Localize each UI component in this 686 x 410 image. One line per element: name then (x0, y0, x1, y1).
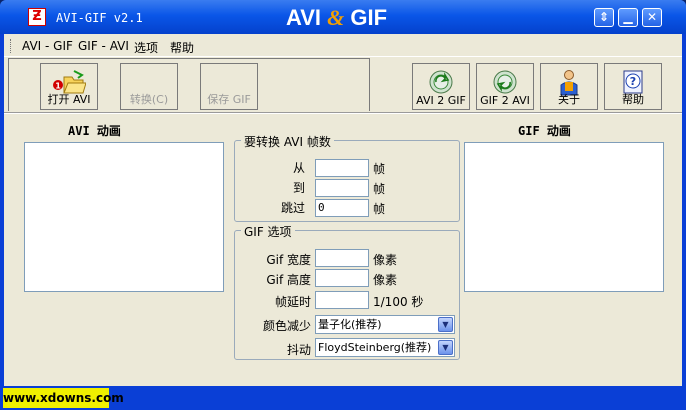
about-button[interactable]: 关于 (540, 63, 598, 110)
dither-select[interactable]: FloydSteinberg(推荐) ▼ (315, 338, 455, 357)
minimize-icon: ▁ (623, 10, 633, 24)
menu-grip[interactable] (10, 39, 13, 53)
help-label: 帮助 (622, 93, 644, 106)
height-unit: 像素 (373, 273, 398, 287)
skip-frame-input[interactable]: 0 (315, 199, 369, 217)
to-frame-input[interactable] (315, 179, 369, 197)
dither-value: FloydSteinberg(推荐) (318, 341, 432, 354)
chevron-down-icon[interactable]: ▼ (438, 317, 453, 332)
gif-options-legend: GIF 选项 (241, 223, 295, 240)
menu-help[interactable]: 帮助 (170, 39, 194, 56)
to-label: 到 (292, 181, 305, 195)
color-reduction-select[interactable]: 量子化(推荐) ▼ (315, 315, 455, 334)
to-unit: 帧 (373, 182, 386, 196)
banner-title: AVI & GIF (286, 5, 387, 31)
avi-preview-panel[interactable] (24, 142, 224, 292)
watermark: www.xdowns.com (3, 388, 124, 408)
gif-animation-heading: GIF 动画 (518, 124, 571, 138)
menu-options[interactable]: 选项 (134, 39, 158, 56)
toolbar-separator (4, 112, 682, 114)
skip-label: 跳过 (280, 201, 305, 215)
banner-amp: & (327, 5, 345, 30)
chevron-down-icon[interactable]: ▼ (438, 340, 453, 355)
minimize-button[interactable]: ▁ (618, 8, 638, 27)
color-reduction-value: 量子化(推荐) (318, 318, 382, 331)
app-icon[interactable]: Ƶ (28, 8, 46, 26)
client-area: AVI - GIF GIF - AVI 选项 帮助 1 打开 AVI 转换(C)… (4, 34, 682, 386)
app-window: Ƶ AVI-GIF v2.1 AVI & GIF ⇕ ▁ ✕ AVI - GIF… (0, 0, 686, 410)
avi2gif-icon (429, 70, 453, 94)
banner-left: AVI (286, 5, 322, 30)
from-label: 从 (292, 161, 305, 175)
gif-preview-panel[interactable] (464, 142, 664, 292)
title-bar[interactable]: Ƶ AVI-GIF v2.1 AVI & GIF ⇕ ▁ ✕ (0, 0, 686, 34)
banner-right: GIF (350, 5, 388, 30)
gif-width-label: Gif 宽度 (266, 253, 311, 267)
gif2avi-button[interactable]: GIF 2 AVI (476, 63, 534, 110)
skip-unit: 帧 (373, 202, 386, 216)
restore-button[interactable]: ⇕ (594, 8, 614, 27)
gif2avi-label: GIF 2 AVI (480, 94, 530, 107)
svg-text:?: ? (630, 75, 636, 88)
gif2avi-icon (493, 70, 517, 94)
avi-animation-heading: AVI 动画 (68, 124, 121, 138)
frames-legend: 要转换 AVI 帧数 (241, 133, 334, 150)
delay-unit: 1/100 秒 (373, 295, 424, 309)
gif-height-input[interactable] (315, 269, 369, 287)
save-gif-button[interactable]: 保存 GIF (200, 63, 258, 110)
color-reduction-label: 颜色减少 (262, 319, 311, 333)
gif-options-group: GIF 选项 Gif 宽度 像素 Gif 高度 像素 帧延时 1/100 秒 颜… (234, 223, 460, 360)
menu-bar: AVI - GIF GIF - AVI 选项 帮助 (4, 34, 682, 57)
help-button[interactable]: ? 帮助 (604, 63, 662, 110)
from-unit: 帧 (373, 162, 386, 176)
about-label: 关于 (558, 93, 580, 106)
avi2gif-label: AVI 2 GIF (416, 94, 466, 107)
convert-label: 转换(C) (129, 93, 169, 106)
open-avi-button[interactable]: 1 打开 AVI (40, 63, 98, 110)
convert-button[interactable]: 转换(C) (120, 63, 178, 110)
gif-height-label: Gif 高度 (266, 273, 311, 287)
frame-delay-input[interactable] (315, 291, 369, 309)
close-button[interactable]: ✕ (642, 8, 662, 27)
window-title: AVI-GIF v2.1 (56, 11, 143, 25)
menu-avi-gif[interactable]: AVI - GIF (22, 39, 73, 53)
frame-delay-label: 帧延时 (274, 295, 311, 309)
svg-text:1: 1 (55, 82, 61, 91)
width-unit: 像素 (373, 253, 398, 267)
dither-label: 抖动 (286, 343, 311, 357)
close-icon: ✕ (646, 10, 658, 24)
gif-width-input[interactable] (315, 249, 369, 267)
restore-icon: ⇕ (598, 10, 610, 24)
from-frame-input[interactable] (315, 159, 369, 177)
frames-group: 要转换 AVI 帧数 从 帧 到 帧 跳过 0 帧 (234, 133, 460, 222)
avi2gif-button[interactable]: AVI 2 GIF (412, 63, 470, 110)
save-gif-label: 保存 GIF (207, 93, 251, 106)
menu-gif-avi[interactable]: GIF - AVI (78, 39, 129, 53)
open-avi-label: 打开 AVI (47, 93, 91, 106)
